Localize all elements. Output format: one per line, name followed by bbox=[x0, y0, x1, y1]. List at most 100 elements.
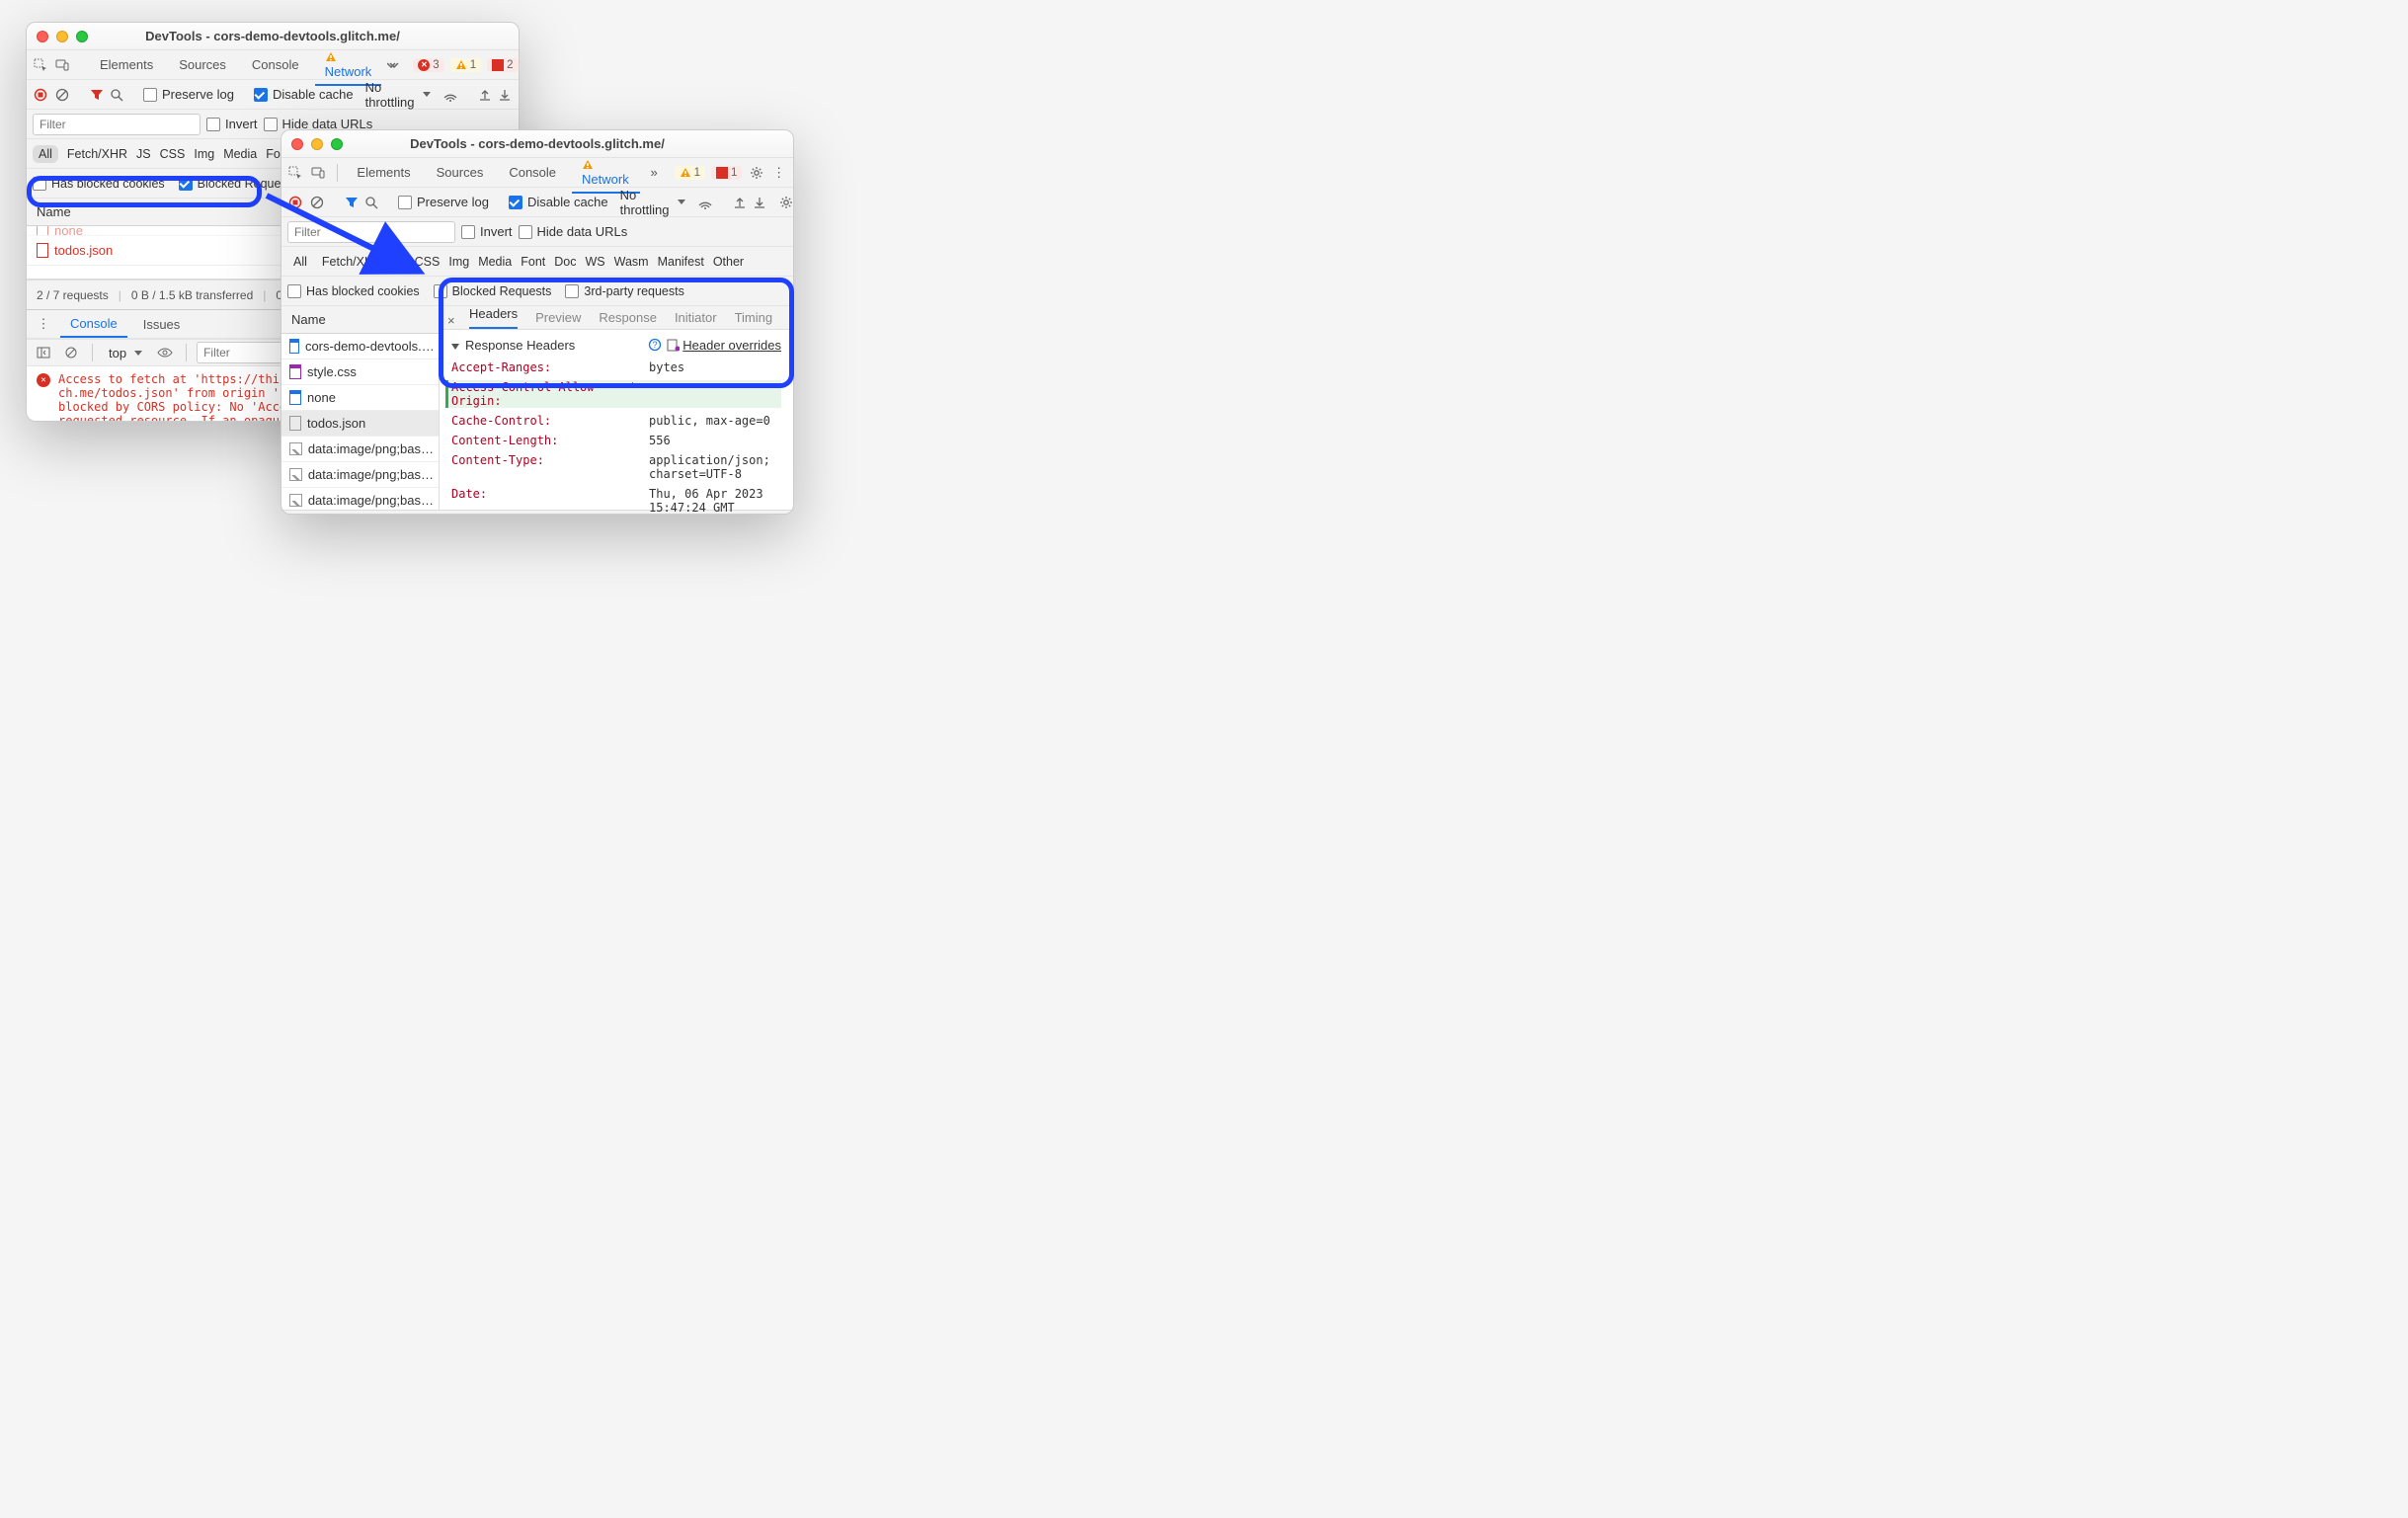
filter-js[interactable]: JS bbox=[136, 147, 151, 161]
request-row[interactable]: style.css bbox=[281, 360, 439, 385]
filter-other[interactable]: Other bbox=[713, 255, 744, 269]
close-traffic-light[interactable] bbox=[291, 138, 303, 150]
more-menu-icon[interactable]: ⋮ bbox=[770, 162, 787, 184]
filter-font[interactable]: Font bbox=[521, 255, 545, 269]
minimize-traffic-light[interactable] bbox=[56, 31, 68, 42]
blocked-cookies-checkbox[interactable]: Has blocked cookies bbox=[33, 177, 165, 191]
blocked-cookies-checkbox[interactable]: Has blocked cookies bbox=[287, 284, 420, 298]
preserve-log-checkbox[interactable]: Preserve log bbox=[143, 87, 234, 102]
throttling-dropdown[interactable]: No throttling bbox=[614, 186, 691, 219]
warning-count-badge[interactable]: 1 bbox=[675, 166, 705, 180]
maximize-traffic-light[interactable] bbox=[76, 31, 88, 42]
disable-cache-checkbox[interactable]: Disable cache bbox=[509, 195, 608, 209]
titlebar[interactable]: DevTools - cors-demo-devtools.glitch.me/ bbox=[281, 130, 793, 158]
minimize-traffic-light[interactable] bbox=[311, 138, 323, 150]
preserve-log-checkbox[interactable]: Preserve log bbox=[398, 195, 489, 209]
filter-media[interactable]: Media bbox=[478, 255, 512, 269]
warning-count-badge[interactable]: 1 bbox=[450, 58, 481, 72]
tab-console[interactable]: Console bbox=[499, 160, 566, 185]
more-tabs-icon[interactable]: » bbox=[646, 162, 663, 184]
filter-css[interactable]: CSS bbox=[415, 255, 441, 269]
tab-elements[interactable]: Elements bbox=[90, 52, 163, 77]
console-sidebar-icon[interactable] bbox=[33, 342, 54, 363]
filter-fetch[interactable]: Fetch/XHR bbox=[322, 255, 382, 269]
close-detail-icon[interactable]: × bbox=[447, 313, 455, 328]
network-conditions-icon[interactable] bbox=[697, 192, 713, 213]
filter-wasm[interactable]: Wasm bbox=[614, 255, 649, 269]
filter-input[interactable] bbox=[33, 114, 201, 135]
drawer-more-icon[interactable]: ⋮ bbox=[33, 313, 54, 335]
request-row[interactable]: data:image/png;base… bbox=[281, 488, 439, 510]
device-toggle-icon[interactable] bbox=[54, 54, 70, 76]
issue-count-badge[interactable]: 2 bbox=[487, 58, 518, 72]
invert-checkbox[interactable]: Invert bbox=[461, 224, 513, 239]
issue-count-badge[interactable]: 1 bbox=[711, 166, 742, 180]
filter-all[interactable]: All bbox=[33, 145, 58, 163]
detail-tab-response[interactable]: Response bbox=[599, 310, 657, 325]
download-icon[interactable] bbox=[498, 84, 512, 106]
maximize-traffic-light[interactable] bbox=[331, 138, 343, 150]
collapse-triangle-icon[interactable] bbox=[451, 344, 459, 350]
record-icon[interactable] bbox=[33, 84, 48, 106]
close-traffic-light[interactable] bbox=[37, 31, 48, 42]
download-icon[interactable] bbox=[753, 192, 766, 213]
network-conditions-icon[interactable] bbox=[442, 84, 458, 106]
error-count-badge[interactable]: ✕3 bbox=[413, 58, 443, 72]
blocked-requests-checkbox[interactable]: Blocked Requests bbox=[179, 177, 297, 191]
inspect-icon[interactable] bbox=[33, 54, 48, 76]
invert-checkbox[interactable]: Invert bbox=[206, 117, 258, 131]
clear-icon[interactable] bbox=[54, 84, 70, 106]
search-icon[interactable] bbox=[364, 192, 378, 213]
filter-media[interactable]: Media bbox=[223, 147, 257, 161]
context-dropdown[interactable]: top bbox=[103, 344, 148, 362]
throttling-dropdown[interactable]: No throttling bbox=[360, 78, 437, 112]
response-headers-title[interactable]: Response Headers bbox=[451, 338, 575, 353]
tab-elements[interactable]: Elements bbox=[347, 160, 420, 185]
filter-ws[interactable]: WS bbox=[585, 255, 604, 269]
request-row[interactable]: data:image/png;base… bbox=[281, 462, 439, 488]
device-toggle-icon[interactable] bbox=[310, 162, 327, 184]
request-row[interactable]: cors-demo-devtools.glitch.me bbox=[281, 334, 439, 360]
clear-icon[interactable] bbox=[309, 192, 325, 213]
filter-doc[interactable]: Doc bbox=[554, 255, 576, 269]
disable-cache-checkbox[interactable]: Disable cache bbox=[254, 87, 354, 102]
filter-icon[interactable] bbox=[345, 192, 359, 213]
third-party-checkbox[interactable]: 3rd-party requests bbox=[565, 284, 683, 298]
filter-all[interactable]: All bbox=[287, 253, 313, 271]
request-row[interactable]: data:image/png;base… bbox=[281, 437, 439, 462]
request-row[interactable]: todos.json bbox=[281, 411, 439, 437]
settings-gear-icon[interactable] bbox=[748, 162, 764, 184]
filter-fetch[interactable]: Fetch/XHR bbox=[67, 147, 127, 161]
filter-css[interactable]: CSS bbox=[160, 147, 186, 161]
col-name[interactable]: Name bbox=[281, 312, 439, 327]
drawer-tab-issues[interactable]: Issues bbox=[133, 312, 191, 337]
filter-img[interactable]: Img bbox=[448, 255, 469, 269]
filter-img[interactable]: Img bbox=[194, 147, 214, 161]
more-tabs-icon[interactable] bbox=[387, 54, 401, 76]
blocked-requests-checkbox[interactable]: Blocked Requests bbox=[434, 284, 552, 298]
detail-tab-preview[interactable]: Preview bbox=[535, 310, 581, 325]
record-icon[interactable] bbox=[287, 192, 303, 213]
detail-tab-initiator[interactable]: Initiator bbox=[675, 310, 717, 325]
filter-manifest[interactable]: Manifest bbox=[658, 255, 704, 269]
detail-tab-headers[interactable]: Headers bbox=[469, 306, 518, 329]
clear-console-icon[interactable] bbox=[60, 342, 82, 363]
header-overrides-link[interactable]: ? Header overrides bbox=[648, 338, 781, 353]
titlebar[interactable]: DevTools - cors-demo-devtools.glitch.me/ bbox=[27, 23, 519, 50]
request-row[interactable]: none bbox=[281, 385, 439, 411]
upload-icon[interactable] bbox=[478, 84, 492, 106]
filter-icon[interactable] bbox=[90, 84, 104, 106]
tab-sources[interactable]: Sources bbox=[427, 160, 494, 185]
eye-icon[interactable] bbox=[154, 342, 176, 363]
inspect-icon[interactable] bbox=[287, 162, 304, 184]
detail-tab-timing[interactable]: Timing bbox=[735, 310, 773, 325]
search-icon[interactable] bbox=[110, 84, 123, 106]
drawer-tab-console[interactable]: Console bbox=[60, 311, 127, 338]
tab-console[interactable]: Console bbox=[242, 52, 309, 77]
hide-data-urls-checkbox[interactable]: Hide data URLs bbox=[519, 224, 628, 239]
network-settings-gear-icon[interactable] bbox=[778, 192, 794, 213]
filter-js[interactable]: JS bbox=[391, 255, 406, 269]
upload-icon[interactable] bbox=[733, 192, 747, 213]
tab-sources[interactable]: Sources bbox=[169, 52, 236, 77]
filter-input[interactable] bbox=[287, 221, 455, 243]
